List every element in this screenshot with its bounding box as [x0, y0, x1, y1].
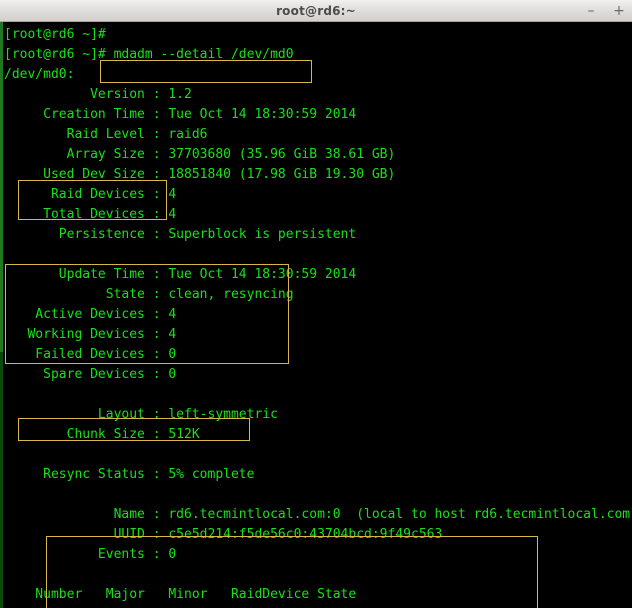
terminal-line: Active Devices : 4: [4, 307, 177, 322]
terminal-scrollbar[interactable]: [0, 22, 3, 608]
terminal-line: State : clean, resyncing: [4, 287, 294, 302]
terminal-line: Layout : left-symmetric: [4, 407, 278, 422]
maximize-button[interactable]: +: [612, 4, 626, 18]
terminal-body[interactable]: [root@rd6 ~]# [root@rd6 ~]# mdadm --deta…: [0, 22, 632, 608]
terminal-line: Chunk Size : 512K: [4, 427, 200, 442]
terminal-line: UUID : c5e5d214:f5de56c0:43704bcd:9f49c5…: [4, 527, 443, 542]
terminal-line: Persistence : Superblock is persistent: [4, 227, 357, 242]
terminal-line: Events : 0: [4, 547, 177, 562]
terminal-line: Array Size : 37703680 (35.96 GiB 38.61 G…: [4, 147, 396, 162]
minimize-button[interactable]: –: [584, 4, 598, 18]
terminal-line: [root@rd6 ~]#: [4, 27, 106, 42]
terminal-line: Failed Devices : 0: [4, 347, 177, 362]
window-titlebar[interactable]: root@rd6:~ – +: [0, 0, 632, 22]
window-controls: – +: [584, 0, 626, 22]
terminal-line: Resync Status : 5% complete: [4, 467, 255, 482]
terminal-line: Update Time : Tue Oct 14 18:30:59 2014: [4, 267, 357, 282]
window-title: root@rd6:~: [276, 3, 356, 18]
terminal-screen: [root@rd6 ~]# [root@rd6 ~]# mdadm --deta…: [4, 22, 632, 608]
terminal-line: Version : 1.2: [4, 87, 192, 102]
terminal-line: Creation Time : Tue Oct 14 18:30:59 2014: [4, 107, 357, 122]
scrollbar-thumb[interactable]: [0, 22, 3, 352]
terminal-line: Number Major Minor RaidDevice State: [4, 587, 357, 602]
terminal-line: /dev/md0:: [4, 67, 75, 82]
terminal-line: Name : rd6.tecmintlocal.com:0 (local to …: [4, 507, 632, 522]
terminal-line: Raid Devices : 4: [4, 187, 177, 202]
terminal-line-command: [root@rd6 ~]# mdadm --detail /dev/md0: [4, 47, 294, 62]
terminal-line: Raid Level : raid6: [4, 127, 208, 142]
terminal-window: root@rd6:~ – + [root@rd6 ~]# [root@rd6 ~…: [0, 0, 632, 608]
terminal-line: Spare Devices : 0: [4, 367, 177, 382]
terminal-line: Working Devices : 4: [4, 327, 177, 342]
terminal-line: Total Devices : 4: [4, 207, 177, 222]
terminal-line: Used Dev Size : 18851840 (17.98 GiB 19.3…: [4, 167, 396, 182]
